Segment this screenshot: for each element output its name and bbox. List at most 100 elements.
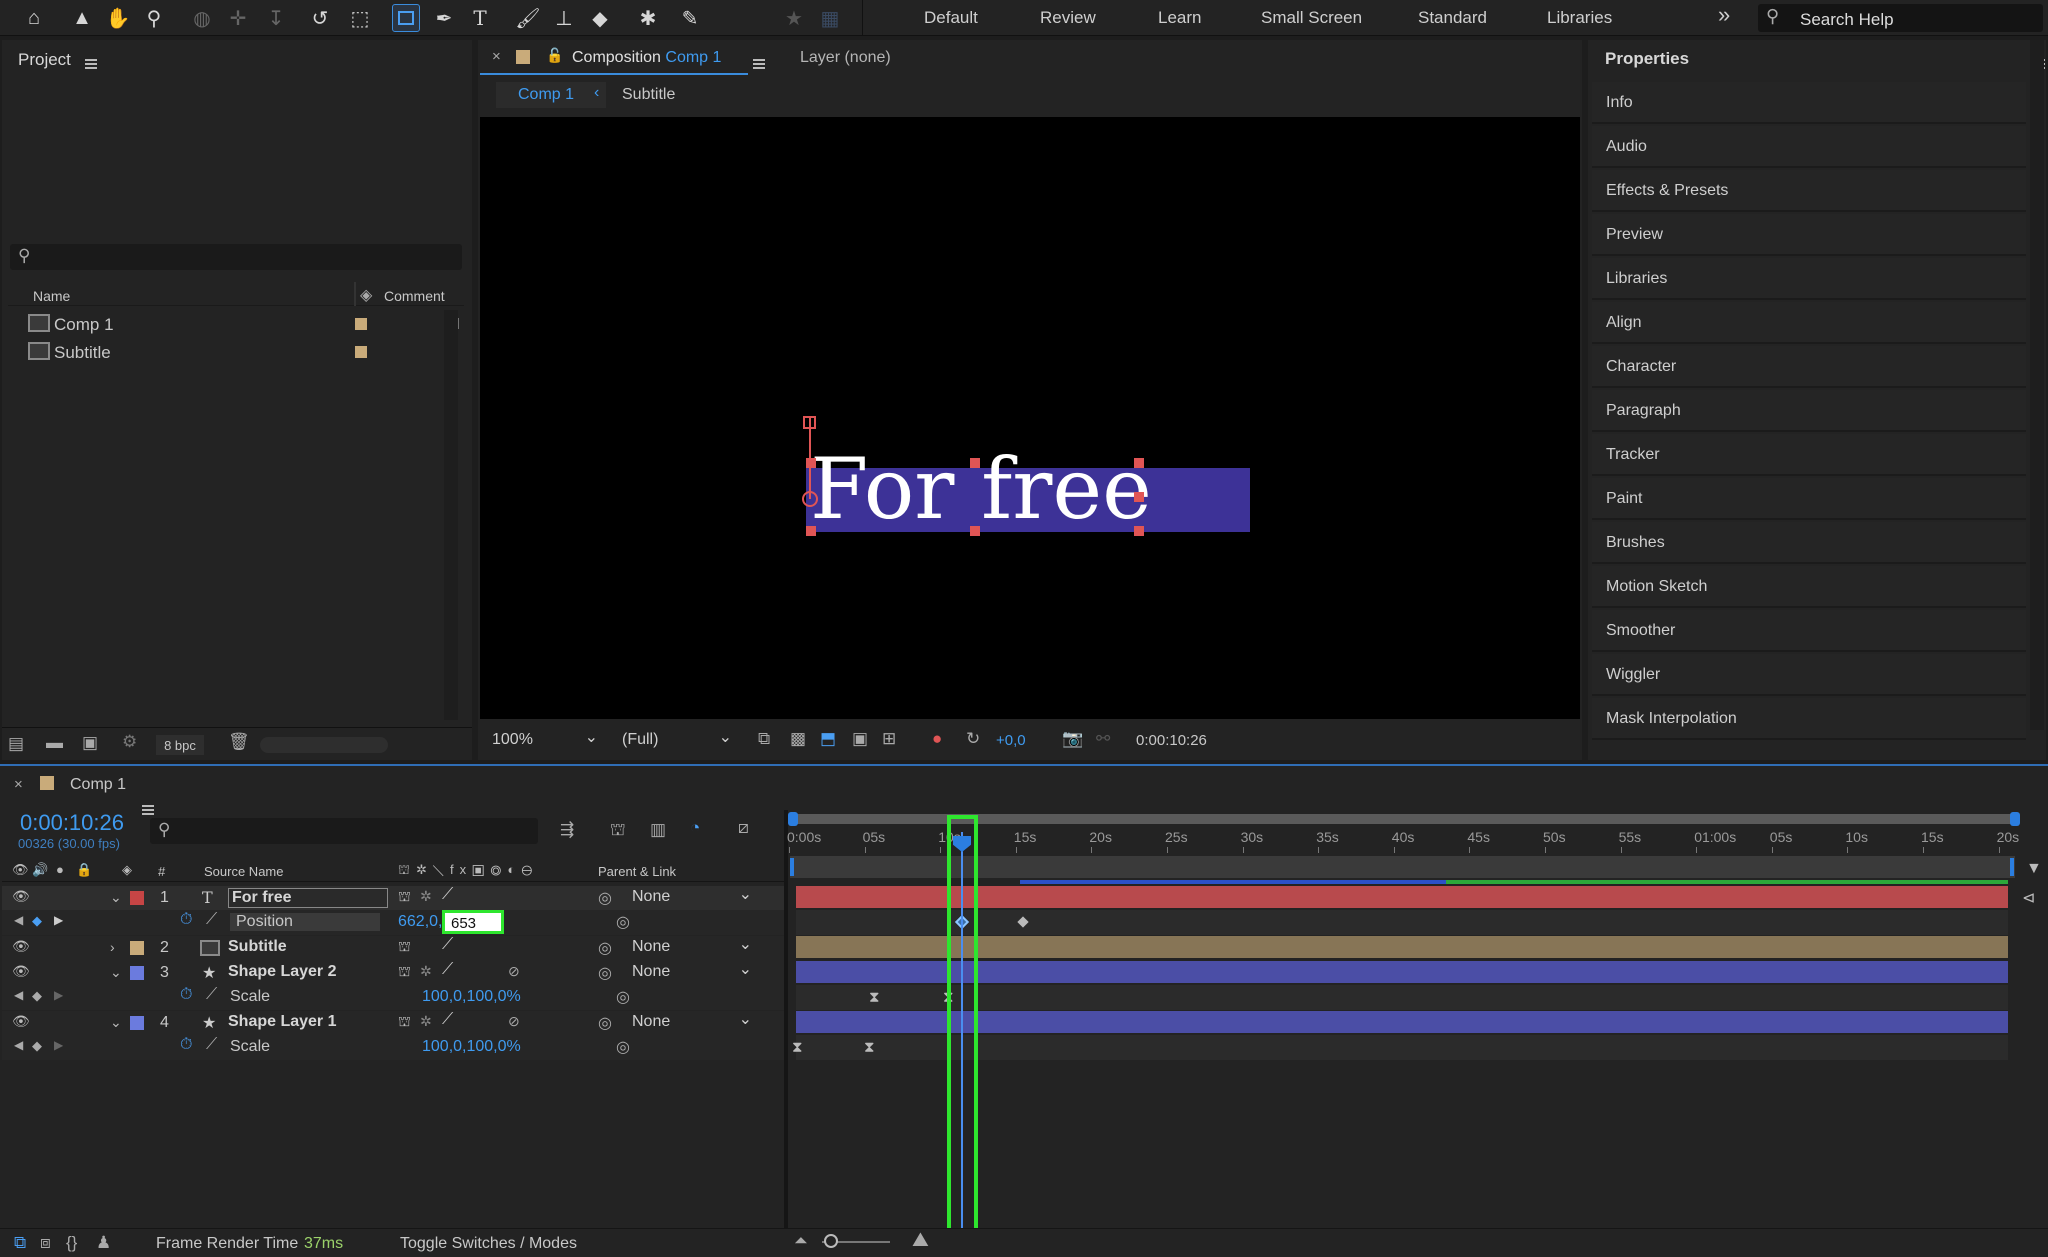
layer-row[interactable]: 👁 ⌄ 1 T For free ⛫ ✲ ⟋ ◎ None — [2, 884, 784, 911]
graph-icon[interactable]: ⟋ — [206, 986, 217, 1004]
bounding-handle[interactable] — [1134, 458, 1144, 468]
transparency-grid-icon[interactable]: ▩ — [790, 729, 806, 749]
project-settings-icon[interactable]: ⚙ — [122, 732, 137, 752]
bounding-handle[interactable] — [1134, 492, 1144, 502]
layer-name[interactable]: Shape Layer 2 — [228, 963, 337, 981]
composition-viewer[interactable]: For free — [480, 117, 1580, 719]
composition-tab[interactable]: Composition Comp 1 — [572, 49, 721, 67]
solo-switch-icon[interactable]: ● — [56, 862, 64, 877]
properties-scrollbar[interactable] — [2030, 40, 2044, 730]
add-keyframe-icon[interactable]: ◆ — [32, 988, 42, 1004]
properties-item[interactable]: Libraries — [1592, 258, 2026, 300]
expression-pick-whip-icon[interactable]: ◎ — [616, 912, 630, 932]
lock-switch-icon[interactable]: 🔒 — [76, 862, 92, 878]
property-row[interactable]: ◀ ◆ ▶ ⏱ ⟋ Scale 100,0,100,0% ◎ — [2, 1035, 784, 1060]
zoom-out-icon[interactable]: ⏶ — [794, 1231, 808, 1251]
timeline-tab[interactable]: Comp 1 — [70, 776, 126, 794]
property-row[interactable]: ◀ ◆ ▶ ⏱ ⟋ Scale 100,0,100,0% ◎ — [2, 985, 784, 1010]
label-tag-icon[interactable]: ◈ — [122, 862, 132, 878]
properties-item[interactable]: Preview — [1592, 214, 2026, 256]
property-row[interactable]: ◀ ◆ ▶ ⏱ ⟋ Position 662,0, 653 ◎ — [2, 910, 784, 935]
pan-camera-icon[interactable]: ✛ — [224, 4, 252, 32]
anchor-point[interactable] — [802, 491, 818, 507]
brush-tool-icon[interactable]: 🖌 — [514, 4, 542, 32]
visibility-eye-icon[interactable]: 👁 — [12, 1013, 30, 1030]
transfer-controls-icon[interactable]: ⧈ — [40, 1233, 51, 1253]
frame-blending-icon[interactable]: ▥ — [650, 820, 666, 840]
parent-dropdown[interactable]: None — [632, 1009, 754, 1035]
in-out-icon[interactable]: {} — [66, 1233, 77, 1253]
shy-icon[interactable]: ⛫ — [610, 820, 626, 842]
close-icon[interactable]: × — [14, 776, 23, 793]
puppet-tool-icon[interactable]: ✎ — [676, 4, 704, 32]
dolly-camera-icon[interactable]: ↧ — [262, 4, 290, 32]
resolution-dropdown[interactable]: (Full) — [610, 727, 734, 753]
layer-name[interactable]: Subtitle — [228, 938, 287, 956]
new-composition-icon[interactable]: ▣ — [82, 733, 98, 753]
viewer-text-layer[interactable]: For free — [810, 447, 1152, 531]
parent-dropdown[interactable]: None — [632, 884, 754, 910]
show-snapshot-icon[interactable]: ⚯ — [1096, 729, 1110, 749]
roto-brush-icon[interactable]: ✱ — [634, 4, 662, 32]
next-keyframe-icon[interactable]: ▶ — [54, 988, 63, 1002]
layer-switches-icon[interactable]: ⧉ — [14, 1233, 26, 1253]
collapse-switch-icon[interactable]: ✲ — [420, 963, 432, 980]
viewer-timecode[interactable]: 0:00:10:26 — [1136, 732, 1207, 749]
comp-marker-bin-icon[interactable]: ▼ — [2026, 860, 2042, 878]
add-keyframe-icon[interactable]: ◆ — [32, 1038, 42, 1054]
visibility-eye-icon[interactable]: 👁 — [12, 888, 30, 905]
project-scrollbar[interactable] — [444, 310, 458, 720]
properties-item[interactable]: Mask Interpolation — [1592, 698, 2026, 740]
expression-pick-whip-icon[interactable]: ◎ — [616, 987, 630, 1007]
property-value[interactable]: 100,0,100,0% — [422, 988, 521, 1006]
thumbnail-slider[interactable] — [260, 737, 388, 753]
workspace-small-screen[interactable]: Small Screen — [1261, 8, 1362, 28]
layer-row[interactable]: 👁 › 2 Subtitle ⛫ ⟋ ◎ None — [2, 934, 784, 961]
pen-tool-icon[interactable]: ✒ — [430, 4, 458, 32]
zoom-tool-icon[interactable]: ⚲ — [140, 4, 168, 32]
snapshot-icon[interactable]: 📷 — [1062, 729, 1083, 749]
zoom-in-icon[interactable]: ⛰ — [912, 1229, 929, 1252]
navigator-end[interactable] — [2010, 858, 2014, 876]
region-of-interest-icon[interactable]: ▣ — [852, 729, 868, 749]
project-title[interactable]: Project — [18, 50, 71, 70]
shy-switch-icon[interactable]: ⛫ — [398, 938, 411, 957]
collapse-switch-icon[interactable]: ✲ — [420, 1013, 432, 1030]
interpret-footage-icon[interactable]: ▤ — [8, 734, 24, 754]
properties-item[interactable]: Motion Sketch — [1592, 566, 2026, 608]
quality-switch-icon[interactable]: ⟋ — [442, 936, 453, 954]
workspace-default[interactable]: Default — [924, 8, 978, 28]
fast-previews-icon[interactable]: ⧉ — [758, 729, 770, 749]
timeline-timecode[interactable]: 0:00:10:26 — [20, 810, 124, 836]
timeline-search-input[interactable]: ⚲ — [150, 818, 538, 844]
exposure-value[interactable]: +0,0 — [996, 732, 1026, 749]
layer-name[interactable]: Shape Layer 1 — [228, 1013, 337, 1031]
property-value[interactable]: 100,0,100,0% — [422, 1038, 521, 1056]
graph-icon[interactable]: ⟋ — [206, 911, 217, 929]
breadcrumb-subtitle[interactable]: Subtitle — [622, 86, 675, 104]
zoom-slider-knob[interactable] — [824, 1234, 838, 1248]
next-keyframe-icon[interactable]: ▶ — [54, 1038, 63, 1052]
properties-item[interactable]: Smoother — [1592, 610, 2026, 652]
col-source-name[interactable]: Source Name — [204, 864, 283, 879]
layer-row[interactable]: 👁 ⌄ 3 ★ Shape Layer 2 ⛫ ✲ ⟋ ⊘ ◎ None — [2, 959, 784, 986]
quality-switch-icon[interactable]: ⟋ — [442, 961, 453, 979]
col-parent-link[interactable]: Parent & Link — [598, 864, 676, 879]
bounding-handle[interactable] — [806, 458, 816, 468]
properties-item[interactable]: Align — [1592, 302, 2026, 344]
layer-marker-icon[interactable]: ⊲ — [2022, 888, 2035, 908]
rotate-tool-icon[interactable]: ↺ — [306, 4, 334, 32]
audio-switch-icon[interactable]: 🔊 — [32, 862, 48, 878]
workspace-review[interactable]: Review — [1040, 8, 1096, 28]
label-color-swatch[interactable] — [355, 318, 367, 330]
expression-pick-whip-icon[interactable]: ◎ — [616, 1037, 630, 1057]
twirl-arrow-icon[interactable]: ⌄ — [110, 1014, 122, 1031]
add-keyframe-icon[interactable]: ◆ — [32, 913, 42, 929]
pick-whip-icon[interactable]: ◎ — [598, 1013, 612, 1033]
new-folder-icon[interactable]: ▬ — [46, 733, 63, 753]
quality-switch-icon[interactable]: ⟋ — [442, 886, 453, 904]
prev-keyframe-icon[interactable]: ◀ — [14, 913, 23, 927]
stopwatch-icon[interactable]: ⏱ — [180, 1036, 192, 1054]
twirl-arrow-icon[interactable]: › — [110, 939, 115, 955]
search-help-field[interactable]: ⚲ Search Help — [1758, 4, 2043, 32]
